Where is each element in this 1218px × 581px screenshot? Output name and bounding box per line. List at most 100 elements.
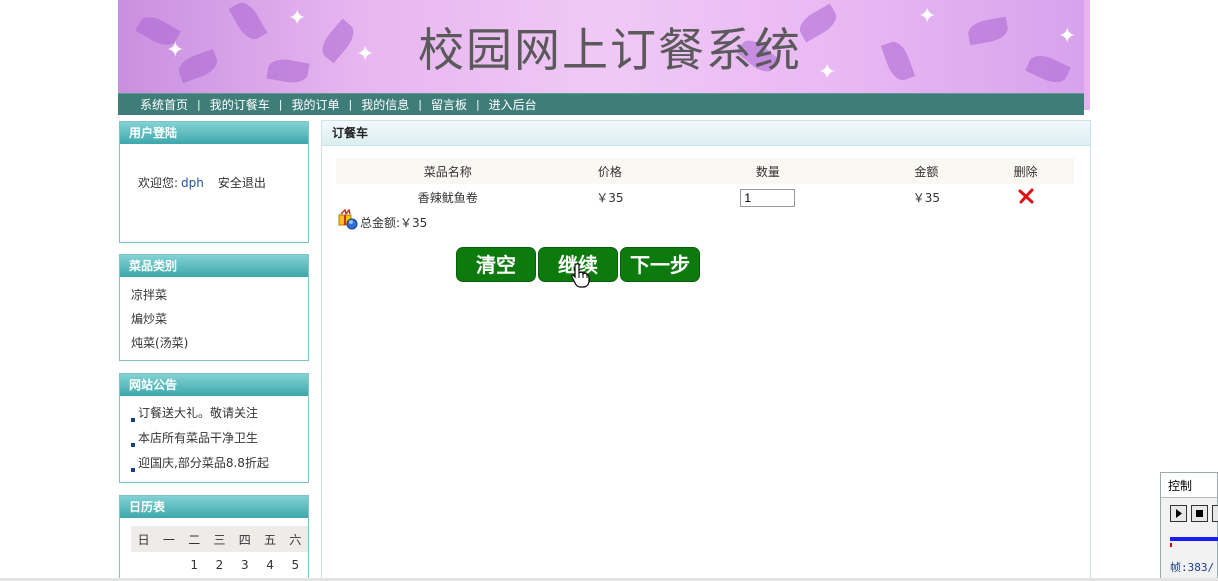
- username: dph: [181, 176, 204, 190]
- notice-item[interactable]: 迎国庆,部分菜品8.8折起: [131, 451, 308, 476]
- nav-separator: |: [278, 98, 283, 111]
- calendar-table: 日 一 二 三 四 五 六 1 2 3 4 5: [131, 526, 308, 578]
- sparkle-icon: ✦: [918, 4, 937, 29]
- banner-decoration: [266, 56, 310, 86]
- cart-table: 菜品名称 价格 数量 金额 删除 香辣鱿鱼卷 ￥35 ￥35: [336, 158, 1074, 211]
- next-frame-button[interactable]: [1212, 505, 1218, 522]
- sparkle-icon: ✦: [1058, 24, 1077, 49]
- nav-message-board[interactable]: 留言板: [431, 96, 467, 113]
- next-step-button[interactable]: 下一步: [620, 247, 700, 282]
- welcome-label: 欢迎您:: [138, 176, 179, 190]
- nav-separator: |: [418, 98, 422, 111]
- nav-separator: |: [348, 98, 353, 111]
- sparkle-icon: ✦: [356, 42, 375, 67]
- control-panel: 控制 帧:383/: [1160, 472, 1218, 581]
- sparkle-icon: ✦: [166, 38, 185, 63]
- hand-cursor-icon: [571, 263, 590, 288]
- weekday-header: 三: [206, 526, 233, 552]
- login-box-title: 用户登陆: [120, 122, 308, 144]
- cart-row: 香辣鱿鱼卷 ￥35 ￥35: [336, 184, 1074, 211]
- weekday-header: 六: [282, 526, 308, 552]
- main-navigation: 系统首页 | 我的订餐车 | 我的订单 | 我的信息 | 留言板 | 进入后台: [118, 93, 1084, 115]
- column-header-price: 价格: [559, 158, 661, 184]
- quantity-input[interactable]: [740, 188, 796, 207]
- notice-box-title: 网站公告: [120, 374, 308, 396]
- column-header-delete: 删除: [977, 158, 1074, 184]
- nav-separator: |: [475, 98, 480, 111]
- progress-marker: [1170, 543, 1172, 547]
- notice-item[interactable]: 本店所有菜品干净卫生: [131, 426, 308, 451]
- banner-decoration: [966, 16, 1010, 46]
- notice-text: 订餐送大礼。敬请关注: [138, 406, 259, 420]
- calendar-day: [156, 552, 181, 578]
- weekday-header: 二: [181, 526, 207, 552]
- bullet-icon: [131, 443, 135, 447]
- dish-name: 香辣鱿鱼卷: [417, 191, 478, 205]
- cart-total: 总金额: ￥35: [336, 209, 427, 231]
- nav-admin[interactable]: 进入后台: [489, 96, 537, 113]
- weekday-header: 五: [257, 526, 283, 552]
- play-icon: [1176, 509, 1182, 518]
- delete-icon[interactable]: [1018, 188, 1034, 204]
- category-item[interactable]: 炖菜(汤菜): [131, 331, 308, 355]
- column-header-amount: 金额: [875, 158, 978, 184]
- banner-decoration: [228, 0, 268, 44]
- calendar-day[interactable]: 2: [207, 552, 232, 578]
- quantity-cell: [660, 184, 875, 211]
- calendar-day[interactable]: 5: [283, 552, 308, 578]
- column-header-name: 菜品名称: [336, 158, 560, 184]
- notice-item[interactable]: 订餐送大礼。敬请关注: [131, 401, 308, 426]
- calendar-box: 日历表 日 一 二 三 四 五 六 1 2 3 4 5: [119, 495, 309, 581]
- sparkle-icon: ✦: [288, 6, 307, 31]
- calendar-day[interactable]: 3: [232, 552, 257, 578]
- total-value: ￥35: [400, 216, 428, 230]
- nav-home[interactable]: 系统首页: [140, 96, 188, 113]
- cart-title: 订餐车: [322, 121, 1090, 146]
- delete-cell: [977, 184, 1074, 211]
- calendar-day: [131, 552, 156, 578]
- cart-gift-icon: [338, 209, 358, 230]
- dish-price: ￥35: [596, 191, 624, 205]
- weekday-header: 四: [232, 526, 258, 552]
- calendar-day[interactable]: 1: [182, 552, 207, 578]
- bullet-icon: [131, 468, 135, 472]
- sparkle-icon: ✦: [818, 60, 837, 85]
- calendar-day[interactable]: 4: [257, 552, 282, 578]
- notice-box: 网站公告 订餐送大礼。敬请关注 本店所有菜品干净卫生 迎国庆,部分菜品8.8折起: [119, 373, 309, 483]
- banner-decoration: [795, 3, 841, 43]
- banner-decoration: [880, 38, 916, 84]
- login-box: 用户登陆 欢迎您: dph 安全退出: [119, 121, 309, 243]
- column-header-quantity: 数量: [660, 158, 876, 184]
- progress-bar[interactable]: [1170, 537, 1218, 541]
- cart-panel: 订餐车 菜品名称 价格 数量 金额 删除 香辣鱿鱼卷 ￥35 ￥35: [321, 120, 1091, 581]
- calendar-box-title: 日历表: [120, 496, 308, 518]
- nav-my-orders[interactable]: 我的订单: [291, 96, 339, 113]
- weekday-header: 日: [131, 526, 157, 552]
- nav-my-info[interactable]: 我的信息: [361, 96, 409, 113]
- logout-link[interactable]: 安全退出: [218, 176, 266, 190]
- control-panel-title: 控制: [1161, 473, 1217, 498]
- weekday-header: 一: [156, 526, 182, 552]
- stop-icon: [1196, 510, 1203, 517]
- category-item[interactable]: 凉拌菜: [131, 283, 308, 307]
- category-box-title: 菜品类别: [120, 255, 308, 277]
- category-item[interactable]: 煸炒菜: [131, 307, 308, 331]
- site-banner: ✦ ✦ ✦ ✦ ✦ ✦ 校园网上订餐系统: [118, 0, 1090, 93]
- total-label: 总金额:: [360, 216, 401, 230]
- banner-decoration: [316, 18, 360, 64]
- notice-list: 订餐送大礼。敬请关注 本店所有菜品干净卫生 迎国庆,部分菜品8.8折起: [120, 396, 308, 476]
- welcome-line: 欢迎您: dph 安全退出: [138, 174, 266, 191]
- notice-text: 迎国庆,部分菜品8.8折起: [138, 456, 269, 470]
- banner-edge: [1084, 0, 1090, 110]
- nav-separator: |: [197, 98, 201, 111]
- dish-amount: ￥35: [912, 191, 941, 205]
- notice-text: 本店所有菜品干净卫生: [138, 431, 259, 445]
- nav-my-cart[interactable]: 我的订餐车: [210, 96, 270, 113]
- category-box: 菜品类别 凉拌菜 煸炒菜 炖菜(汤菜): [119, 254, 309, 361]
- stop-button[interactable]: [1191, 505, 1208, 522]
- clear-button[interactable]: 清空: [456, 247, 536, 282]
- bullet-icon: [131, 418, 135, 422]
- category-list: 凉拌菜 煸炒菜 炖菜(汤菜): [120, 277, 308, 355]
- play-button[interactable]: [1170, 505, 1187, 522]
- frame-counter: 帧:383/: [1170, 561, 1215, 574]
